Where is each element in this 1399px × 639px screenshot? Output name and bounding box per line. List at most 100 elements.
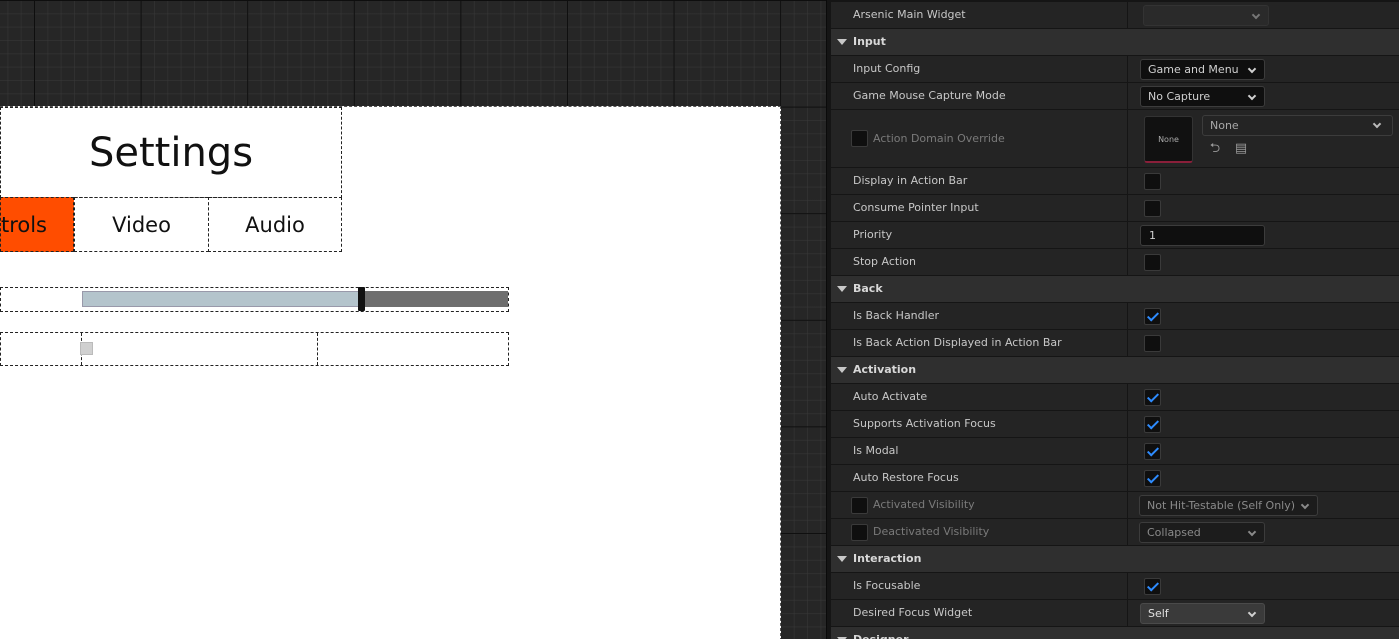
- row-priority: Priority 1: [831, 222, 1399, 249]
- column-separator[interactable]: [1127, 330, 1128, 356]
- action-domain-asset-dropdown[interactable]: None: [1202, 115, 1393, 136]
- column-separator[interactable]: [1127, 83, 1128, 109]
- column-separator[interactable]: [1127, 2, 1128, 28]
- activated-visibility-dropdown[interactable]: Not Hit-Testable (Self Only): [1139, 495, 1318, 516]
- consume-pointer-checkbox[interactable]: [1144, 200, 1161, 217]
- row-arsenic-main-widget: Arsenic Main Widget: [831, 2, 1399, 29]
- category-back[interactable]: Back: [831, 276, 1399, 303]
- slider-track[interactable]: [362, 291, 508, 307]
- is-focusable-checkbox[interactable]: [1144, 578, 1161, 595]
- row-action-domain: Action Domain Override None None ⮌ ▤: [831, 110, 1399, 168]
- browse-folder-icon[interactable]: ▤: [1233, 141, 1249, 157]
- row-stop-action: Stop Action: [831, 249, 1399, 276]
- column-separator[interactable]: [1127, 222, 1128, 248]
- column-separator[interactable]: [1127, 56, 1128, 82]
- display-action-bar-checkbox[interactable]: [1144, 173, 1161, 190]
- mouse-capture-dropdown[interactable]: No Capture: [1140, 86, 1265, 107]
- row-label: Auto Activate: [853, 390, 928, 403]
- desired-focus-dropdown[interactable]: Self: [1140, 603, 1265, 624]
- stop-action-checkbox[interactable]: [1144, 254, 1161, 271]
- back-action-displayed-checkbox[interactable]: [1144, 335, 1161, 352]
- row-input-config: Input Config Game and Menu: [831, 56, 1399, 83]
- dropdown-value: Not Hit-Testable (Self Only): [1147, 499, 1296, 512]
- category-label: Back: [853, 282, 883, 295]
- chevron-down-icon: [1247, 608, 1257, 618]
- row-label: Deactivated Visibility: [873, 525, 990, 538]
- row-display-action-bar: Display in Action Bar: [831, 168, 1399, 195]
- row-auto-activate: Auto Activate: [831, 384, 1399, 411]
- widget-preview[interactable]: Settings ntrols Video Audio: [0, 106, 781, 639]
- row-is-back-handler: Is Back Handler: [831, 303, 1399, 330]
- collapse-caret-icon[interactable]: [837, 367, 847, 373]
- slider-fill[interactable]: [82, 291, 362, 307]
- tab-audio[interactable]: Audio: [208, 197, 342, 252]
- use-selected-icon[interactable]: ⮌: [1207, 141, 1223, 157]
- column-separator[interactable]: [1127, 249, 1128, 275]
- row-label: Consume Pointer Input: [853, 201, 979, 214]
- category-interaction[interactable]: Interaction: [831, 546, 1399, 573]
- option-checkbox[interactable]: [80, 342, 93, 355]
- dropdown-value: Self: [1148, 607, 1169, 620]
- tab-controls[interactable]: ntrols: [0, 197, 74, 252]
- column-separator[interactable]: [1127, 600, 1128, 626]
- asset-thumbnail[interactable]: None: [1144, 116, 1193, 163]
- row-consume-pointer: Consume Pointer Input: [831, 195, 1399, 222]
- chevron-down-icon: [1372, 119, 1382, 129]
- auto-restore-focus-checkbox[interactable]: [1144, 470, 1161, 487]
- row-mouse-capture: Game Mouse Capture Mode No Capture: [831, 83, 1399, 110]
- row-label: Is Back Action Displayed in Action Bar: [853, 336, 1062, 349]
- column-separator[interactable]: [1127, 573, 1128, 599]
- option-row: [0, 332, 509, 366]
- row-label: Priority: [853, 228, 893, 241]
- category-label: Interaction: [853, 552, 922, 565]
- deactivated-visibility-dropdown[interactable]: Collapsed: [1139, 522, 1265, 543]
- column-separator[interactable]: [1127, 492, 1128, 518]
- auto-activate-checkbox[interactable]: [1144, 389, 1161, 406]
- column-separator[interactable]: [1127, 195, 1128, 221]
- priority-input[interactable]: 1: [1140, 225, 1265, 246]
- category-designer[interactable]: Designer: [831, 627, 1399, 639]
- dropdown-value: No Capture: [1148, 90, 1211, 103]
- row-label: Stop Action: [853, 255, 916, 268]
- tab-video[interactable]: Video: [74, 197, 209, 252]
- override-checkbox[interactable]: [851, 497, 868, 514]
- row-activated-visibility: Activated Visibility Not Hit-Testable (S…: [831, 492, 1399, 519]
- row-label: Is Modal: [853, 444, 899, 457]
- option-row-divider: [317, 333, 318, 365]
- tab-controls-label: ntrols: [0, 212, 47, 237]
- column-separator[interactable]: [1127, 438, 1128, 464]
- category-activation[interactable]: Activation: [831, 357, 1399, 384]
- column-separator[interactable]: [1127, 303, 1128, 329]
- row-back-action-displayed: Is Back Action Displayed in Action Bar: [831, 330, 1399, 357]
- column-separator[interactable]: [1127, 411, 1128, 437]
- input-config-dropdown[interactable]: Game and Menu: [1140, 59, 1265, 80]
- collapse-caret-icon[interactable]: [837, 556, 847, 562]
- arsenic-main-widget-dropdown[interactable]: [1143, 5, 1269, 26]
- tab-video-label: Video: [112, 212, 171, 237]
- override-checkbox[interactable]: [851, 130, 868, 147]
- column-separator[interactable]: [1127, 384, 1128, 410]
- priority-value: 1: [1149, 229, 1156, 242]
- override-checkbox[interactable]: [851, 524, 868, 541]
- row-deactivated-visibility: Deactivated Visibility Collapsed: [831, 519, 1399, 546]
- row-desired-focus-widget: Desired Focus Widget Self: [831, 600, 1399, 627]
- category-input[interactable]: Input: [831, 29, 1399, 56]
- column-separator[interactable]: [1127, 168, 1128, 194]
- row-label: Is Back Handler: [853, 309, 939, 322]
- row-label: Is Focusable: [853, 579, 921, 592]
- column-separator[interactable]: [1127, 519, 1128, 545]
- row-is-focusable: Is Focusable: [831, 573, 1399, 600]
- is-back-handler-checkbox[interactable]: [1144, 308, 1161, 325]
- row-supports-activation-focus: Supports Activation Focus: [831, 411, 1399, 438]
- is-modal-checkbox[interactable]: [1144, 443, 1161, 460]
- supports-activation-focus-checkbox[interactable]: [1144, 416, 1161, 433]
- column-separator[interactable]: [1127, 465, 1128, 491]
- chevron-down-icon: [1300, 500, 1310, 510]
- column-separator[interactable]: [1127, 110, 1128, 167]
- slider-handle[interactable]: [358, 287, 365, 311]
- settings-title: Settings: [0, 107, 342, 198]
- designer-canvas[interactable]: Settings ntrols Video Audio: [0, 0, 826, 639]
- chevron-down-icon: [1247, 91, 1257, 101]
- collapse-caret-icon[interactable]: [837, 39, 847, 45]
- collapse-caret-icon[interactable]: [837, 286, 847, 292]
